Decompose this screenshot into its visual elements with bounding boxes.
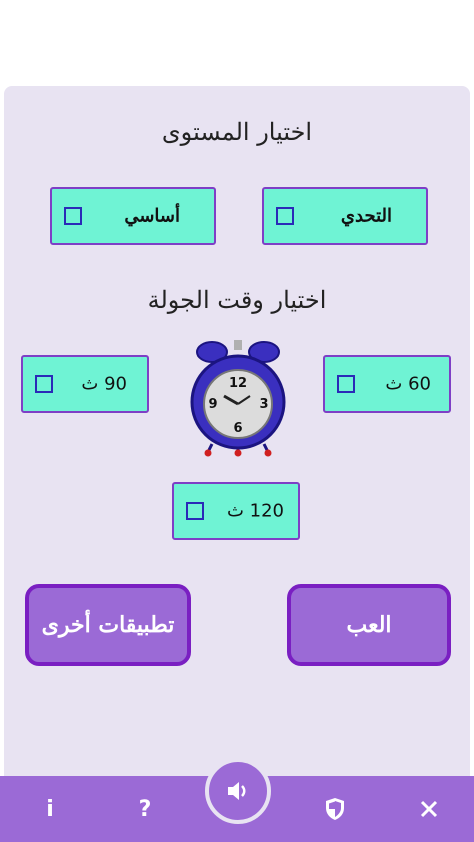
round-time-title: اختيار وقت الجولة bbox=[147, 286, 327, 314]
option-label: 60 ث bbox=[385, 373, 431, 395]
option-label: 90 ث bbox=[81, 373, 127, 395]
help-icon[interactable]: ? bbox=[130, 794, 160, 824]
level-option-challenge[interactable]: التحدي bbox=[262, 187, 428, 245]
play-button[interactable]: العب bbox=[287, 584, 451, 666]
sound-button[interactable] bbox=[205, 758, 271, 824]
shield-icon[interactable] bbox=[320, 794, 350, 824]
checkbox[interactable] bbox=[64, 207, 82, 225]
checkbox[interactable] bbox=[276, 207, 294, 225]
checkbox[interactable] bbox=[337, 375, 355, 393]
speaker-icon bbox=[228, 782, 246, 800]
option-label: 120 ث bbox=[226, 500, 284, 522]
clock-number-9: 9 bbox=[208, 397, 217, 412]
level-option-basic[interactable]: أساسي bbox=[50, 187, 216, 245]
clock-number-12: 12 bbox=[229, 376, 247, 391]
clock-number-3: 3 bbox=[259, 397, 268, 412]
clock-number-6: 6 bbox=[233, 421, 242, 436]
other-apps-button[interactable]: تطبيقات أخرى bbox=[25, 584, 191, 666]
time-option-120[interactable]: 120 ث bbox=[172, 482, 300, 540]
time-option-90[interactable]: 90 ث bbox=[21, 355, 149, 413]
checkbox[interactable] bbox=[35, 375, 53, 393]
time-option-60[interactable]: 60 ث bbox=[323, 355, 451, 413]
close-icon[interactable] bbox=[414, 794, 444, 824]
alarm-clock-icon: 12 3 6 9 bbox=[190, 340, 286, 457]
level-title: اختيار المستوى bbox=[161, 118, 313, 146]
option-label: أساسي bbox=[124, 205, 180, 227]
option-label: التحدي bbox=[340, 205, 392, 227]
info-icon[interactable]: i bbox=[35, 794, 65, 824]
checkbox[interactable] bbox=[186, 502, 204, 520]
